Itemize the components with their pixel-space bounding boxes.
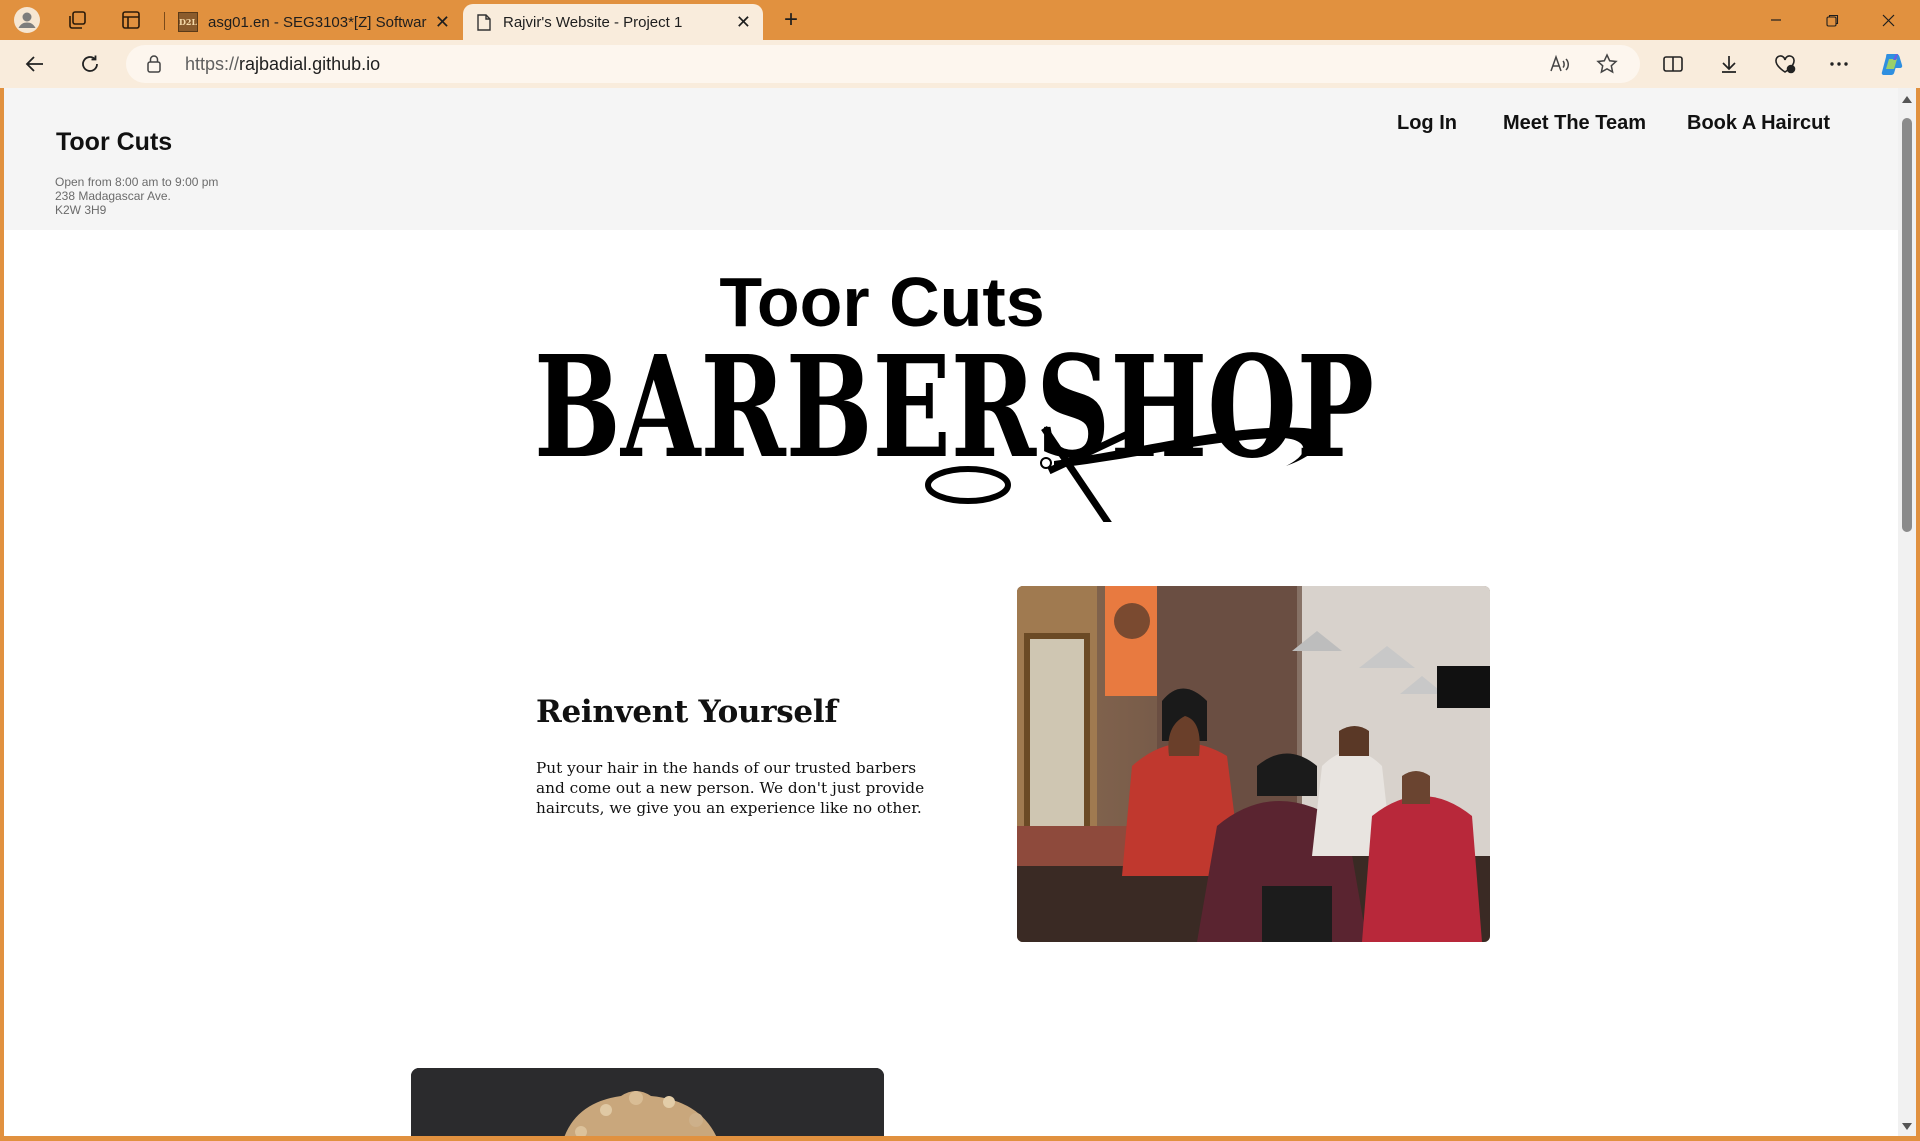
page-viewport: Toor Cuts Open from 8:00 am to 9:00 pm 2… [4, 88, 1898, 1136]
page-icon [475, 13, 493, 31]
nav-log-in[interactable]: Log In [1397, 112, 1457, 135]
profile-icon[interactable] [12, 6, 42, 34]
split-screen-icon[interactable] [1658, 49, 1688, 79]
scroll-up-icon[interactable] [1902, 96, 1912, 103]
window-border [0, 1136, 1920, 1141]
hours-text: Open from 8:00 am to 9:00 pm [55, 175, 219, 189]
lock-icon[interactable] [146, 54, 162, 79]
browser-essentials-icon[interactable] [1770, 49, 1800, 79]
d2l-favicon-icon: D2L [178, 12, 198, 32]
window-border [1916, 88, 1920, 1141]
copilot-icon[interactable] [1878, 49, 1908, 79]
hero-title: Reinvent Yourself [536, 694, 838, 730]
tab-active[interactable]: Rajvir's Website - Project 1 ✕ [463, 4, 763, 40]
nav-meet-the-team[interactable]: Meet The Team [1503, 112, 1646, 135]
tab-inactive[interactable]: D2L asg01.en - SEG3103*[Z] Software ✕ [166, 4, 462, 40]
favorite-star-icon[interactable] [1596, 53, 1618, 80]
minimize-icon[interactable] [1748, 0, 1804, 40]
tab-bar: D2L asg01.en - SEG3103*[Z] Software ✕ Ra… [0, 0, 1920, 40]
logo-main-text: BARBERSHOP [534, 326, 1374, 490]
tab-separator [164, 12, 165, 30]
url-text[interactable]: https://rajbadial.github.io [185, 54, 380, 75]
browser-toolbar: https://rajbadial.github.io [0, 40, 1920, 88]
page-scrollbar[interactable] [1898, 88, 1916, 1136]
back-icon[interactable] [20, 49, 50, 79]
new-tab-icon[interactable]: + [776, 6, 806, 34]
site-brand[interactable]: Toor Cuts [56, 128, 172, 157]
postal-code-text: K2W 3H9 [55, 203, 107, 217]
nav-book-a-haircut[interactable]: Book A Haircut [1687, 112, 1830, 135]
address-bar[interactable]: https://rajbadial.github.io [126, 45, 1640, 83]
site-header: Toor Cuts Open from 8:00 am to 9:00 pm 2… [4, 88, 1898, 230]
scrollbar-thumb[interactable] [1902, 118, 1912, 532]
tab-title: Rajvir's Website - Project 1 [503, 13, 683, 31]
barbershop-logo: Toor Cuts BARBERSHOP [534, 263, 1374, 522]
tab-title: asg01.en - SEG3103*[Z] Software [208, 13, 427, 31]
shop-info: Open from 8:00 am to 9:00 pm 238 Madagas… [55, 175, 218, 217]
address-text: 238 Madagascar Ave. [55, 189, 171, 203]
tab-actions-icon[interactable] [116, 6, 146, 34]
workspaces-icon[interactable] [62, 6, 92, 34]
barbershop-photo [1017, 586, 1490, 942]
hero-text: Put your hair in the hands of our truste… [536, 759, 925, 817]
scroll-down-icon[interactable] [1902, 1123, 1912, 1130]
more-options-icon[interactable] [1824, 49, 1854, 79]
close-tab-icon[interactable]: ✕ [736, 12, 751, 33]
close-tab-icon[interactable]: ✕ [435, 12, 450, 33]
restore-icon[interactable] [1804, 0, 1860, 40]
read-aloud-icon[interactable] [1548, 53, 1570, 80]
refresh-icon[interactable] [75, 49, 105, 79]
afro-hair-photo [411, 1068, 884, 1136]
downloads-icon[interactable] [1714, 49, 1744, 79]
close-window-icon[interactable] [1860, 0, 1916, 40]
